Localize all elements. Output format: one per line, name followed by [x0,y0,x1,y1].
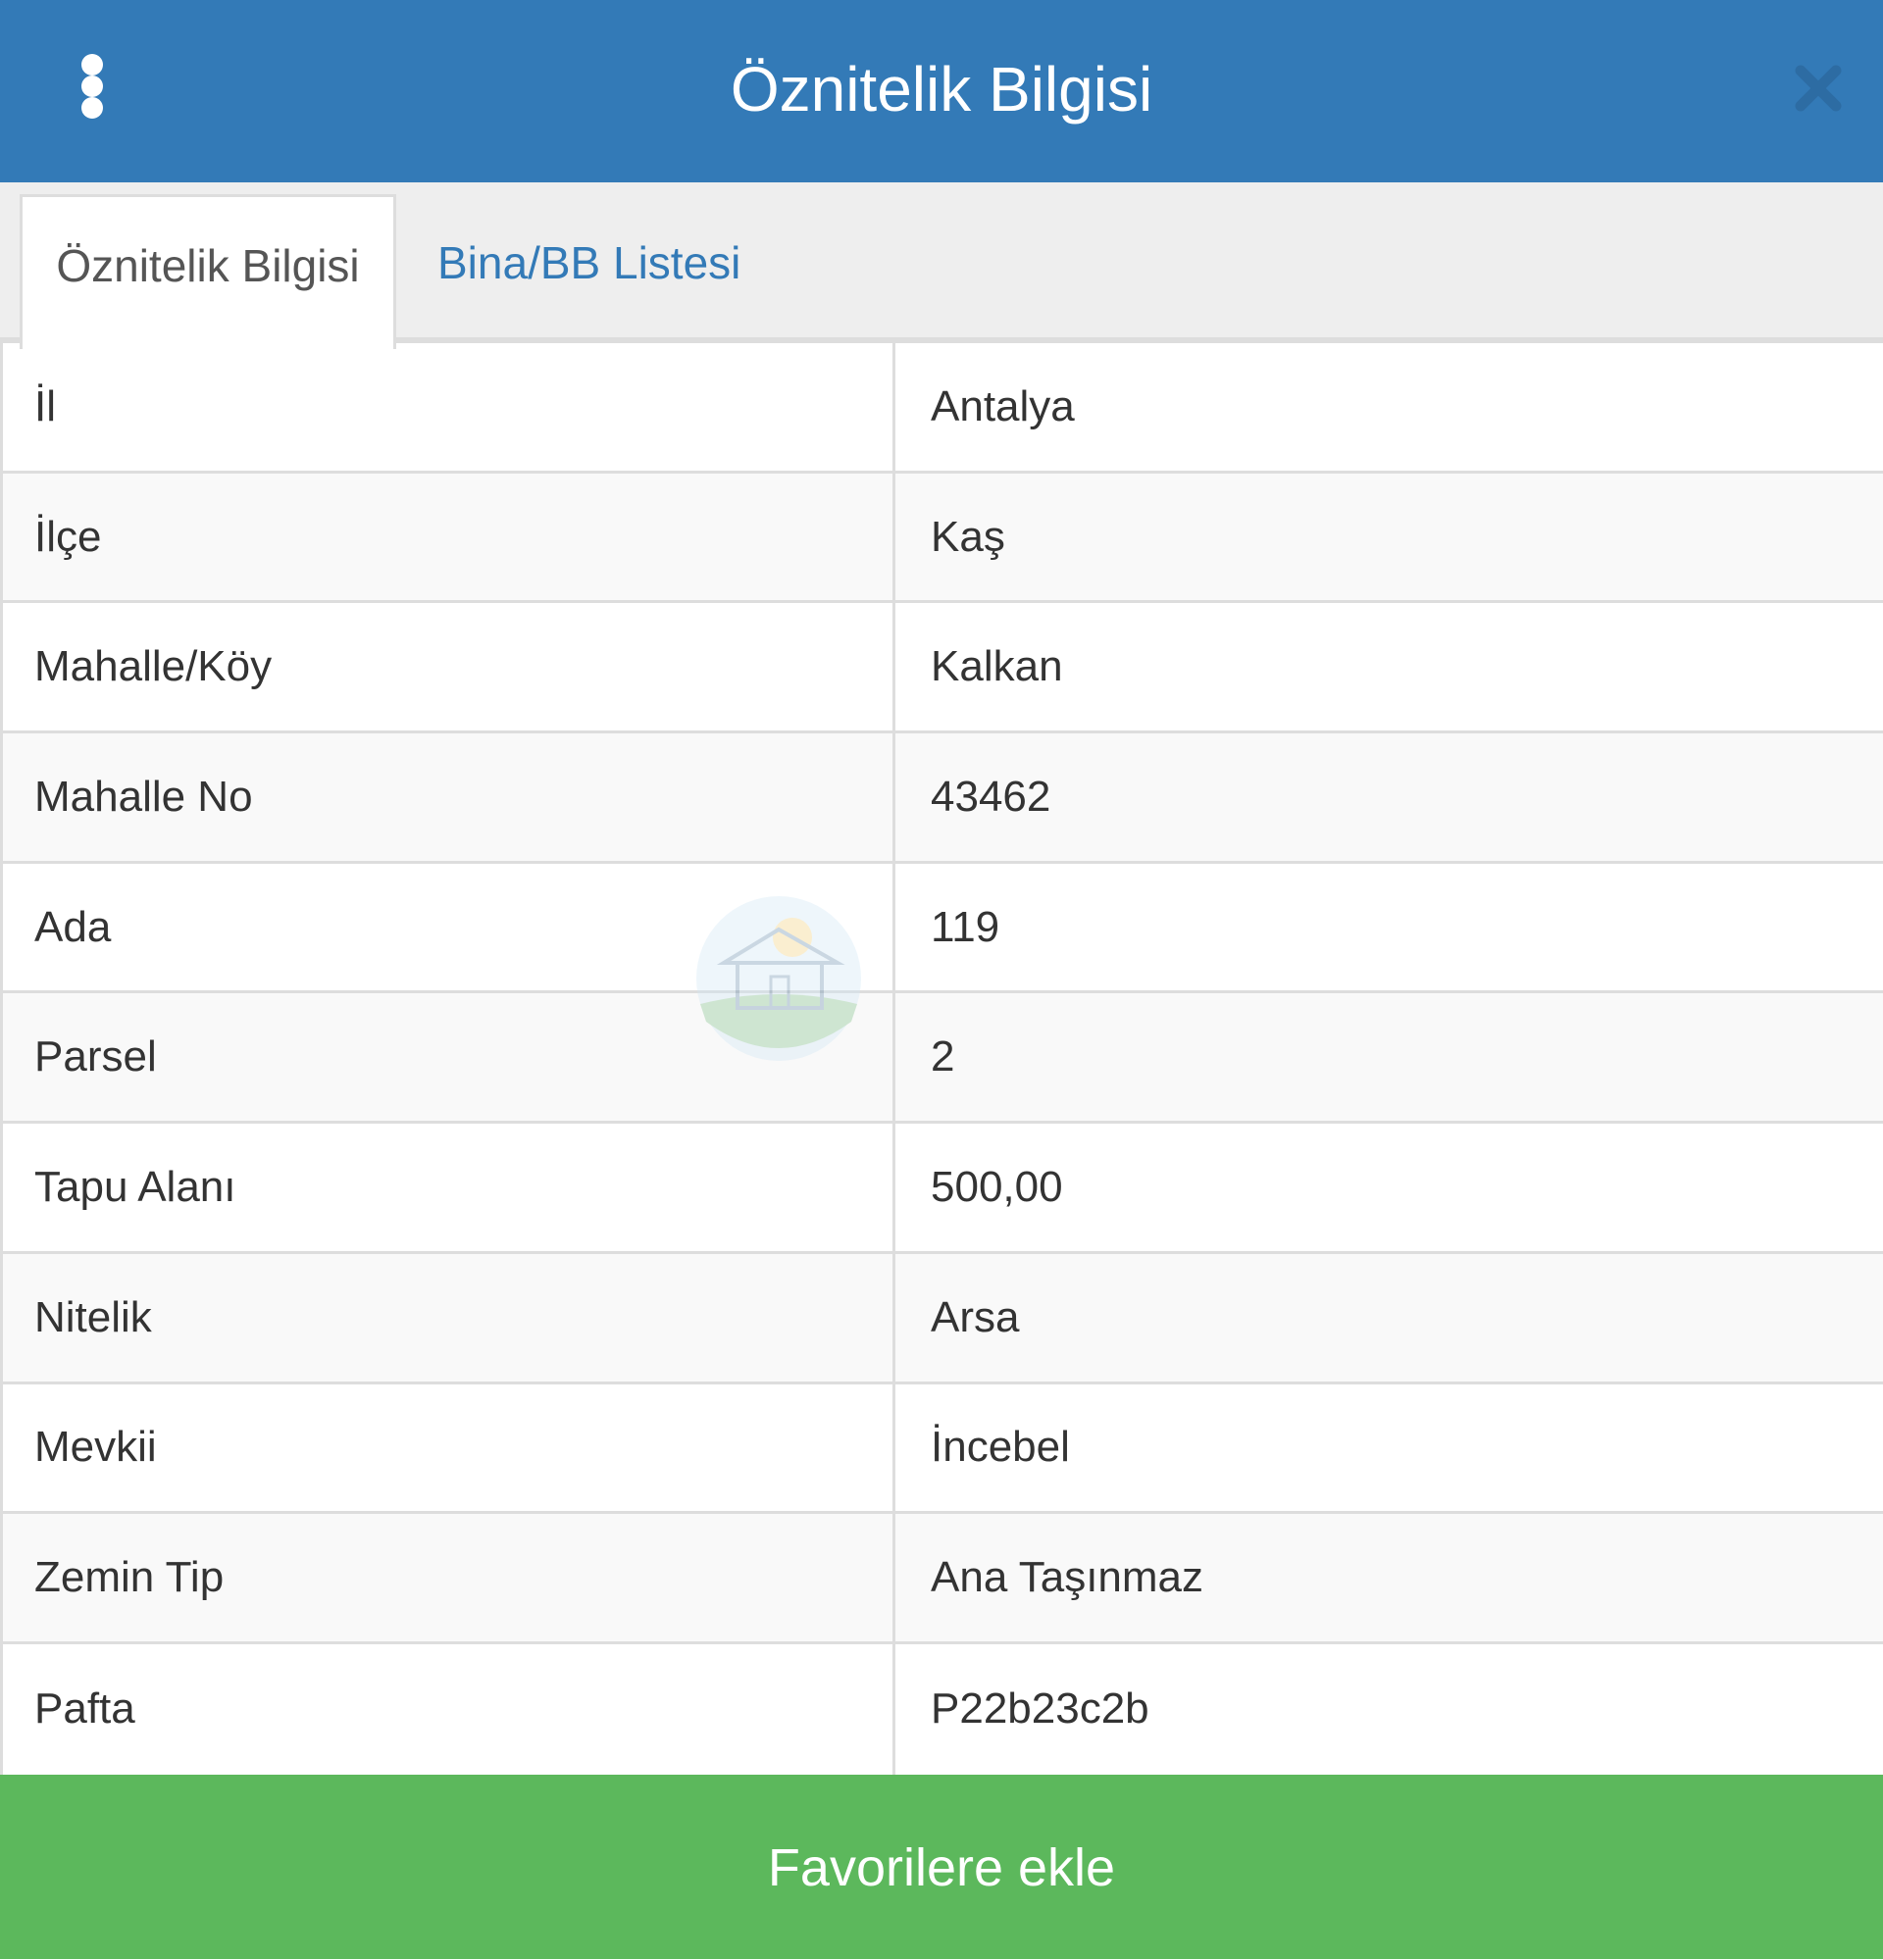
table-row: İlçe Kaş [3,473,1883,604]
attribute-value: İncebel [931,1423,1070,1472]
attribute-key: Mahalle/Köy [34,642,273,691]
attribute-key: Zemin Tip [34,1553,225,1602]
attribute-value: 500,00 [931,1162,1063,1211]
attribute-key: İlçe [34,512,102,561]
attribute-key: Nitelik [34,1292,152,1341]
tab-bar: Öznitelik Bilgisi Bina/BB Listesi [0,182,1883,349]
table-row: Zemin Tip Ana Taşınmaz [3,1514,1883,1644]
tab-oznitelik-bilgisi[interactable]: Öznitelik Bilgisi [20,194,396,349]
modal-header: Öznitelik Bilgisi [0,0,1883,182]
table-row: Ada 119 [3,863,1883,994]
attribute-value: 119 [931,902,1000,951]
attribute-key: Mevkii [34,1423,157,1472]
table-row: Tapu Alanı 500,00 [3,1124,1883,1254]
attribute-value: P22b23c2b [931,1684,1149,1734]
attribute-key: Pafta [34,1684,135,1734]
attribute-key: Tapu Alanı [34,1162,236,1211]
attribute-key: Parsel [34,1032,157,1081]
attribute-value: Ana Taşınmaz [931,1553,1204,1602]
column-divider [892,343,895,1775]
add-to-favorites-button[interactable]: Favorilere ekle [0,1775,1883,1959]
attribute-value: Kaş [931,512,1005,561]
attribute-key: Mahalle No [34,772,253,821]
table-row: Mahalle No 43462 [3,733,1883,864]
attribute-value: 2 [931,1032,955,1081]
close-icon[interactable] [1791,61,1846,116]
attribute-table: İl Antalya İlçe Kaş Mahalle/Köy Kalkan M… [0,343,1883,1775]
attribute-value: Antalya [931,381,1075,430]
table-row: Mahalle/Köy Kalkan [3,603,1883,734]
attribute-key: Ada [34,902,112,951]
table-row: Mevkii İncebel [3,1383,1883,1515]
table-row: Pafta P22b23c2b [3,1643,1883,1775]
attribute-value: Kalkan [931,642,1063,691]
tab-bina-bb-listesi[interactable]: Bina/BB Listesi [437,194,740,343]
table-row: Nitelik Arsa [3,1253,1883,1384]
attribute-value: 43462 [931,772,1051,821]
modal-title: Öznitelik Bilgisi [730,54,1153,125]
table-row: Parsel 2 [3,993,1883,1125]
table-row: İl Antalya [3,343,1883,474]
attribute-key: İl [34,381,56,430]
attribute-value: Arsa [931,1292,1020,1341]
